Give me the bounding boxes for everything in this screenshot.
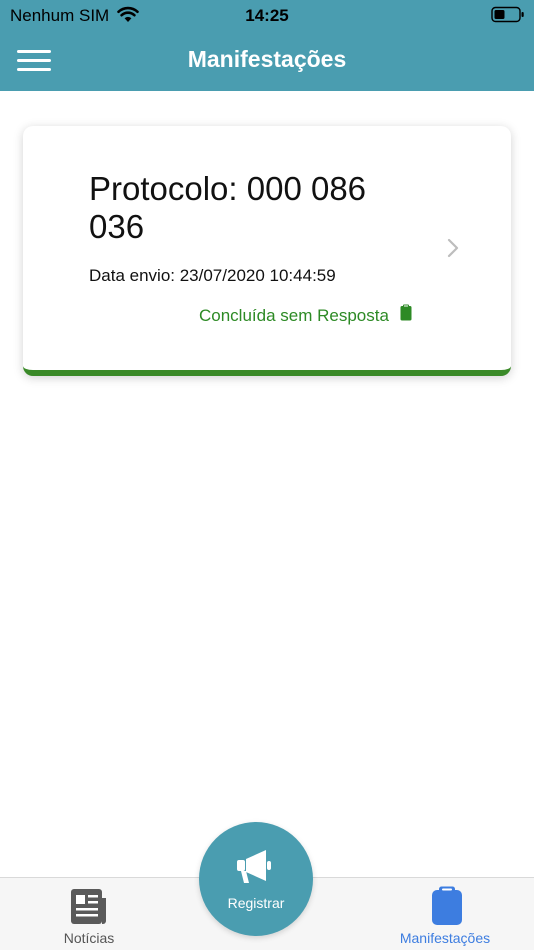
megaphone-icon (237, 850, 271, 883)
protocol-number: Protocolo: 000 086 036 (89, 170, 367, 245)
clipboard-icon (400, 304, 412, 321)
send-date: Data envio: 23/07/2020 10:44:59 (89, 266, 336, 285)
clipboard-icon (432, 886, 462, 925)
registrar-label: Registrar (227, 895, 285, 911)
page-title: Manifestações (187, 46, 347, 72)
registrar-button[interactable]: Registrar (199, 822, 313, 936)
tab-noticias[interactable]: Notícias (19, 878, 159, 950)
tab-manifestacoes[interactable]: Manifestações (375, 878, 515, 950)
tab-label-manifestacoes: Manifestações (399, 930, 491, 946)
chevron-right-icon (447, 238, 459, 258)
newspaper-icon (71, 889, 106, 924)
battery-icon (491, 6, 524, 23)
status-label: Concluída sem Resposta (199, 306, 389, 325)
app-header: Manifestações (0, 30, 534, 91)
tab-label-noticias: Notícias (63, 930, 115, 946)
manifestation-card[interactable]: Protocolo: 000 086 036 Data envio: 23/07… (23, 126, 511, 376)
status-bar: Nenhum SIM 14:25 (0, 0, 534, 30)
clock: 14:25 (245, 6, 289, 25)
screen: Nenhum SIM 14:25 Manifestações Protocolo… (0, 0, 534, 950)
